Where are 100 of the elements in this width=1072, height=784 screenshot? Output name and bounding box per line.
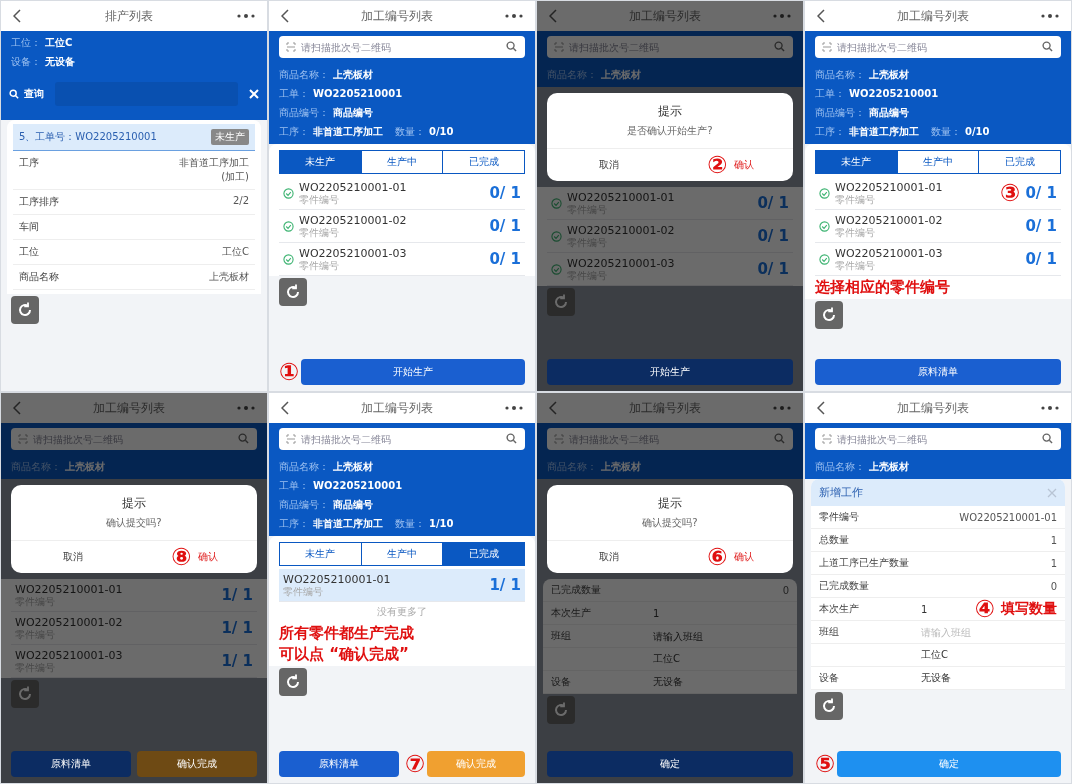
refresh-button[interactable] xyxy=(815,692,843,720)
refresh-button[interactable] xyxy=(11,680,39,708)
part-row[interactable]: WO2205210001-03 零件编号 0/ 1 xyxy=(279,243,525,276)
search-icon[interactable] xyxy=(1042,433,1053,444)
card-header[interactable]: 5、工单号：WO2205210001 未生产 xyxy=(13,124,255,151)
more-icon[interactable] xyxy=(237,14,255,18)
scan-icon[interactable] xyxy=(286,42,296,52)
info-value: 上壳板材 xyxy=(65,460,105,474)
order-number: 5、工单号：WO2205210001 xyxy=(19,130,157,144)
info-label: 商品名称： xyxy=(815,68,865,82)
back-icon[interactable] xyxy=(549,9,557,23)
action-button[interactable]: 原料清单 xyxy=(279,751,399,777)
refresh-button[interactable] xyxy=(547,696,575,724)
step-number: ① xyxy=(279,360,300,384)
search-icon[interactable] xyxy=(506,41,517,52)
step-number: ⑧ xyxy=(171,545,192,569)
annotation-text: 所有零件都生产完成 xyxy=(279,624,415,643)
more-icon[interactable] xyxy=(1041,14,1059,18)
screen-title: 加工编号列表 xyxy=(361,399,433,417)
back-icon[interactable] xyxy=(281,9,289,23)
cancel-button[interactable]: 取消 xyxy=(596,156,621,174)
part-code: WO2205210001-03 xyxy=(15,649,124,662)
input-field[interactable]: 无设备 xyxy=(653,676,789,688)
search-field[interactable]: 请扫描批次号二维码 xyxy=(279,36,525,58)
action-button[interactable]: 开始生产 xyxy=(547,359,793,385)
refresh-button[interactable] xyxy=(547,288,575,316)
info-label: 数量： xyxy=(395,517,425,531)
field-label: 本次生产 xyxy=(819,602,860,616)
action-button[interactable]: 确定 xyxy=(547,751,793,777)
back-icon[interactable] xyxy=(13,401,21,415)
confirm-button[interactable]: 确认 xyxy=(195,548,220,566)
input-field[interactable]: 无设备 xyxy=(921,672,1057,684)
field-label: 设备 xyxy=(551,675,572,689)
info-value: WO2205210001 xyxy=(313,87,403,101)
info-value: 上壳板材 xyxy=(869,68,909,82)
part-label: 零件编号 xyxy=(283,586,324,597)
confirm-button[interactable]: 确认 xyxy=(731,156,756,174)
dialog-message: 确认提交吗? xyxy=(642,516,698,530)
search-field[interactable]: 请扫描批次号二维码 xyxy=(279,428,525,450)
back-icon[interactable] xyxy=(549,401,557,415)
screen-title: 排产列表 xyxy=(105,7,153,25)
search-icon xyxy=(9,89,19,99)
step-number: ⑤ xyxy=(815,752,836,776)
input-field[interactable]: 请输入班组 xyxy=(921,626,1057,638)
back-icon[interactable] xyxy=(817,9,825,23)
back-icon[interactable] xyxy=(13,9,21,23)
search-field[interactable]: 请扫描批次号二维码 xyxy=(815,36,1061,58)
part-code: WO2205210001-02 xyxy=(299,214,408,227)
search-icon[interactable] xyxy=(774,41,785,52)
part-count: 0/ 1 xyxy=(1025,250,1057,268)
action-button[interactable]: 确认完成 xyxy=(137,751,257,777)
info-value: 非首道工序加工 xyxy=(849,125,919,139)
part-label: 零件编号 xyxy=(299,260,340,271)
input-field[interactable]: 工位C xyxy=(921,649,1057,661)
search-field[interactable]: 请扫描批次号二维码 xyxy=(815,428,1061,450)
screen-title: 加工编号列表 xyxy=(361,7,433,25)
action-button[interactable]: 开始生产 xyxy=(301,359,525,385)
search-icon[interactable] xyxy=(774,433,785,444)
confirm-button[interactable]: 确认 xyxy=(731,548,756,566)
input-field[interactable]: 请输入班组 xyxy=(653,630,789,642)
scan-icon[interactable] xyxy=(822,434,832,444)
field-label: 工位 xyxy=(19,245,39,259)
part-count: 0/ 1 xyxy=(757,194,789,212)
refresh-button[interactable] xyxy=(279,668,307,696)
search-icon[interactable] xyxy=(238,433,249,444)
part-row[interactable]: WO2205210001-02 零件编号 0/ 1 xyxy=(279,210,525,243)
more-icon[interactable] xyxy=(505,14,523,18)
refresh-button[interactable] xyxy=(11,296,39,324)
part-row[interactable]: WO2205210001-01 零件编号 ③ 0/ 1 xyxy=(815,177,1061,210)
back-icon[interactable] xyxy=(281,401,289,415)
part-row[interactable]: WO2205210001-01 零件编号 0/ 1 xyxy=(279,177,525,210)
back-icon[interactable] xyxy=(817,401,825,415)
refresh-button[interactable] xyxy=(815,301,843,329)
scan-icon[interactable] xyxy=(822,42,832,52)
tab[interactable]: 未生产 xyxy=(816,151,897,173)
cancel-button[interactable]: 取消 xyxy=(60,548,85,566)
info-label: 数量： xyxy=(395,125,425,139)
input-field[interactable]: 1 xyxy=(921,603,969,615)
field-label: 工序 xyxy=(19,156,39,170)
part-code: WO2205210001-01 xyxy=(835,181,944,194)
info-label: 商品名称： xyxy=(279,460,329,474)
field-value: 0 xyxy=(781,584,789,596)
part-row[interactable]: WO2205210001-01 零件编号 1/ 1 xyxy=(279,569,525,602)
tab[interactable]: 未生产 xyxy=(280,151,361,173)
more-icon[interactable] xyxy=(1041,406,1059,410)
part-code: WO2205210001-01 xyxy=(15,583,124,596)
dialog-message: 是否确认开始生产? xyxy=(627,124,713,138)
cancel-button[interactable]: 取消 xyxy=(596,548,621,566)
search-icon[interactable] xyxy=(506,433,517,444)
more-icon[interactable] xyxy=(505,406,523,410)
refresh-button[interactable] xyxy=(279,278,307,306)
tab[interactable]: 已完成 xyxy=(442,543,524,565)
part-row[interactable]: WO2205210001-02 零件编号 0/ 1 xyxy=(815,210,1061,243)
search-icon[interactable] xyxy=(1042,41,1053,52)
info-label: 商品编号： xyxy=(279,106,329,120)
scan-icon[interactable] xyxy=(286,434,296,444)
action-button[interactable]: 原料清单 xyxy=(815,359,1061,385)
refresh-icon xyxy=(820,306,838,324)
action-button[interactable]: 原料清单 xyxy=(11,751,131,777)
part-code: WO2205210001-01 xyxy=(299,181,408,194)
